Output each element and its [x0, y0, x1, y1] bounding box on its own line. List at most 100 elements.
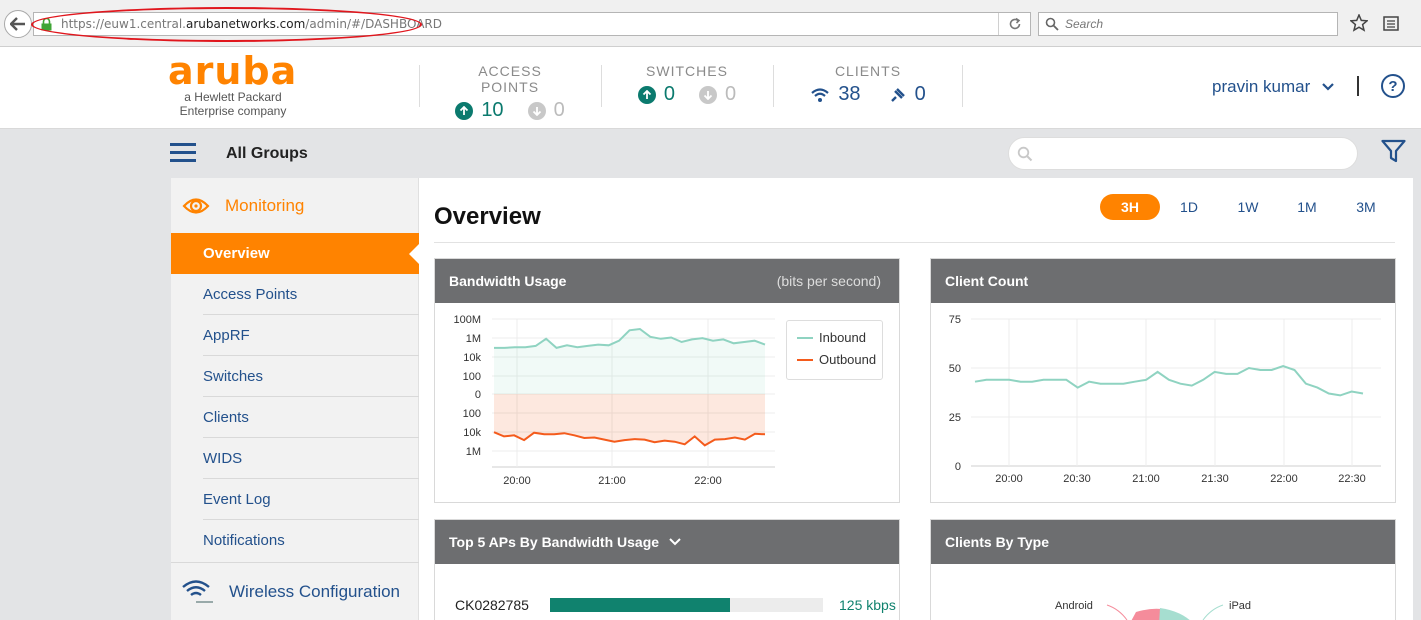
search-placeholder: Search [1065, 17, 1104, 31]
y-tick-label: 25 [949, 412, 961, 424]
switch-up-count: 0 [663, 83, 675, 105]
search-icon [1017, 146, 1033, 162]
wireless-client-count: 38 [838, 83, 861, 105]
back-button[interactable] [4, 10, 32, 38]
y-tick-label: 0 [475, 389, 481, 401]
stat-label: CLIENTS [834, 63, 902, 79]
sidebar-item-label: Overview [203, 245, 270, 262]
user-divider [1357, 76, 1359, 96]
sidebar-item-notifications[interactable]: Notifications [171, 520, 419, 561]
sidebar-section-wireless-configuration[interactable]: Wireless Configuration [171, 562, 419, 620]
card-title: Bandwidth Usage [449, 273, 567, 289]
reading-list-icon[interactable] [1382, 14, 1400, 32]
sidebar-item-switches[interactable]: Switches [171, 356, 419, 397]
sidebar-section-label: Monitoring [225, 195, 305, 215]
range-1w-button[interactable]: 1W [1218, 194, 1278, 220]
group-selector[interactable]: All Groups [226, 145, 308, 163]
range-3m-button[interactable]: 3M [1336, 194, 1396, 220]
ap-name: CK0282785 [455, 597, 529, 613]
bandwidth-chart: 100M 1M 10k 100 0 100 10k 1M 20:00 21:00 22:00 [453, 314, 775, 487]
range-label: 1D [1180, 199, 1198, 215]
client-count-series-line [974, 364, 1364, 397]
clients-by-type-card: Clients By Type Android iPad [930, 519, 1396, 620]
y-tick-label: 100M [453, 314, 481, 326]
top-ap-row[interactable]: CK0282785 125 kbps [455, 597, 896, 613]
clients-by-type-pie: Android iPad [1055, 600, 1251, 620]
x-tick-label: 21:30 [1201, 473, 1229, 485]
y-tick-label: 1M [466, 333, 481, 345]
sidebar-item-label: Access Points [203, 286, 298, 303]
sidebar-item-label: Switches [203, 368, 264, 385]
stat-clients[interactable]: CLIENTS 38 0 [806, 63, 930, 106]
help-icon: ? [1388, 77, 1398, 95]
chevron-down-icon [1322, 83, 1335, 91]
header-divider [601, 65, 602, 107]
stat-switches[interactable]: SWITCHES 0 0 [630, 63, 744, 106]
range-1d-button[interactable]: 1D [1159, 194, 1219, 220]
title-divider [434, 242, 1395, 243]
sidebar-item-event-log[interactable]: Event Log [171, 479, 419, 520]
browser-search-input[interactable]: Search [1038, 12, 1338, 36]
card-header: Clients By Type [931, 520, 1395, 564]
search-icon [1045, 17, 1059, 31]
range-3h-button[interactable]: 3H [1100, 194, 1160, 220]
chart-legend: Inbound Outbound [786, 320, 883, 380]
client-count-card: Client Count 0 25 50 75 20:00 20:30 21:00 21:30… [930, 258, 1396, 503]
pie-slice-ipad[interactable] [1159, 608, 1193, 620]
sidebar-item-access-points[interactable]: Access Points [171, 274, 419, 315]
group-search-input[interactable] [1008, 137, 1358, 170]
ap-usage-bar-fill [550, 598, 731, 612]
page-title: Overview [434, 203, 541, 230]
stat-label: SWITCHES [646, 63, 728, 79]
help-button[interactable]: ? [1381, 74, 1405, 98]
sidebar-section-label: Wireless Configuration [229, 581, 401, 601]
chevron-down-icon[interactable] [669, 538, 681, 546]
arrow-up-icon [455, 101, 474, 120]
user-name: pravin kumar [1212, 77, 1311, 96]
aruba-logo[interactable]: aruba a Hewlett Packard Enterprise compa… [168, 52, 308, 118]
sidebar-section-monitoring[interactable]: Monitoring [171, 178, 419, 233]
card-title: Top 5 APs By Bandwidth Usage [449, 534, 660, 550]
legend-item-inbound[interactable]: Inbound [797, 330, 882, 345]
sidebar-item-clients[interactable]: Clients [171, 397, 419, 438]
bookmark-star-icon[interactable] [1350, 14, 1368, 32]
y-tick-label: 10k [463, 427, 481, 439]
hamburger-menu-icon[interactable] [170, 143, 196, 167]
x-tick-label: 20:30 [1063, 473, 1091, 485]
legend-label: Inbound [819, 330, 866, 345]
x-tick-label: 21:00 [1132, 473, 1160, 485]
y-tick-label: 75 [949, 314, 961, 326]
y-tick-label: 0 [955, 461, 961, 473]
range-label: 3H [1121, 199, 1139, 215]
outbound-area [494, 394, 765, 446]
y-tick-label: 10k [463, 352, 481, 364]
range-1m-button[interactable]: 1M [1277, 194, 1337, 220]
sidebar-item-label: Notifications [203, 532, 285, 549]
x-tick-label: 21:00 [598, 475, 626, 487]
x-tick-label: 20:00 [995, 473, 1023, 485]
arrow-up-icon [637, 85, 656, 104]
sidebar-nav: Monitoring Overview Access Points AppRF … [171, 178, 420, 620]
y-tick-label: 100 [463, 371, 481, 383]
sidebar-item-apprf[interactable]: AppRF [171, 315, 419, 356]
sidebar-item-label: AppRF [203, 327, 250, 344]
ap-usage-bar [550, 598, 823, 612]
wifi-icon [811, 87, 830, 102]
stat-label: ACCESS POINTS [478, 63, 542, 95]
stat-access-points[interactable]: ACCESS POINTS 10 0 [448, 63, 572, 122]
card-header: Top 5 APs By Bandwidth Usage [435, 520, 899, 564]
sidebar-item-overview[interactable]: Overview [171, 233, 420, 274]
filter-icon[interactable] [1381, 139, 1406, 163]
wired-client-count: 0 [914, 83, 926, 105]
y-tick-label: 1M [466, 446, 481, 458]
legend-item-outbound[interactable]: Outbound [797, 352, 882, 367]
browser-toolbar: https://euw1.central.arubanetworks.com/a… [0, 0, 1421, 47]
sidebar-item-label: Event Log [203, 491, 271, 508]
sidebar-item-wids[interactable]: WIDS [171, 438, 419, 479]
range-label: 1W [1237, 199, 1259, 215]
sidebar-item-label: WIDS [203, 450, 243, 467]
reload-button[interactable] [998, 13, 1030, 35]
range-label: 3M [1356, 199, 1376, 215]
logo-subtitle: a Hewlett Packard Enterprise company [179, 90, 287, 118]
user-menu[interactable]: pravin kumar [1212, 77, 1335, 97]
